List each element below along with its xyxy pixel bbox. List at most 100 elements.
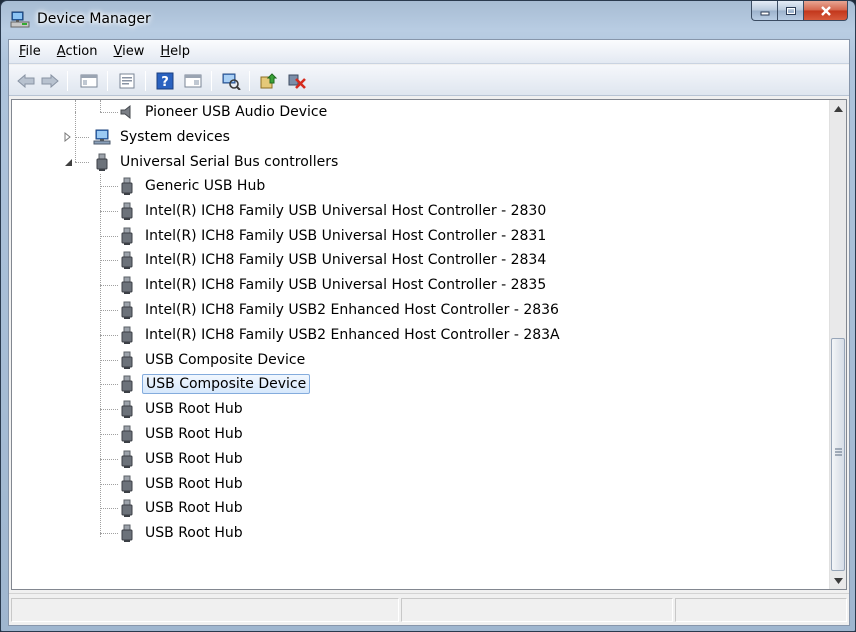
tree-node-usb-device[interactable]: Intel(R) ICH8 Family USB2 Enhanced Host … <box>118 298 562 322</box>
usb-connector-icon <box>118 475 136 493</box>
tree-node-usb-device[interactable]: Intel(R) ICH8 Family USB2 Enhanced Host … <box>118 323 563 347</box>
scan-hardware-button[interactable] <box>219 70 243 92</box>
tree-node-label: Intel(R) ICH8 Family USB Universal Host … <box>145 202 547 219</box>
device-tree[interactable]: Pioneer USB Audio Device System devices <box>11 99 847 590</box>
tree-line <box>100 285 118 287</box>
usb-connector-icon <box>118 301 136 319</box>
expand-expanded-icon[interactable] <box>63 157 73 167</box>
properties-button[interactable] <box>115 70 139 92</box>
usb-connector-icon <box>118 499 136 518</box>
caption-buttons <box>751 1 848 21</box>
tree-node-usb-device[interactable]: Intel(R) ICH8 Family USB Universal Host … <box>118 224 549 248</box>
uninstall-button[interactable] <box>285 70 309 92</box>
tree-line <box>100 384 118 386</box>
usb-connector-icon <box>93 153 111 171</box>
show-hide-console-tree-icon <box>80 74 98 88</box>
svg-text:?: ? <box>161 75 169 90</box>
scroll-thumb[interactable] <box>831 338 845 571</box>
tree-node-usb-device[interactable]: USB Root Hub <box>118 397 246 421</box>
tree-node-label: USB Composite Device <box>142 374 311 395</box>
scroll-down-button[interactable] <box>830 572 846 589</box>
help-button[interactable]: ? <box>153 70 177 92</box>
menu-action[interactable]: Action <box>49 44 106 59</box>
system-devices-icon <box>93 128 111 146</box>
device-manager-window: Device Manager File Action View Help ? P… <box>0 0 856 632</box>
tree-node-usb-device[interactable]: Intel(R) ICH8 Family USB Universal Host … <box>118 248 549 272</box>
tree-line <box>100 112 118 113</box>
menu-help[interactable]: Help <box>152 44 198 59</box>
tree-node-usb-device[interactable]: USB Root Hub <box>118 472 246 496</box>
tree-node-label: USB Root Hub <box>145 450 243 467</box>
tree-line <box>100 409 118 411</box>
forward-button[interactable] <box>39 70 61 92</box>
tree-node-usb-device[interactable]: USB Root Hub <box>118 496 246 520</box>
tree-node-usb-device[interactable]: Intel(R) ICH8 Family USB Universal Host … <box>118 199 549 223</box>
status-bar <box>9 593 849 625</box>
menu-view[interactable]: View <box>106 44 153 59</box>
tree-node-label: USB Root Hub <box>145 525 243 542</box>
status-pane-secondary <box>401 598 673 622</box>
show-hide-console-tree-button[interactable] <box>77 70 101 92</box>
tree-line <box>100 508 118 510</box>
client-area: File Action View Help ? Pioneer USB Audi… <box>8 39 850 626</box>
usb-connector-icon <box>118 177 136 195</box>
tree-node-audio-device[interactable]: Pioneer USB Audio Device <box>118 100 330 124</box>
device-manager-icon <box>10 11 30 29</box>
tree-node-label: Intel(R) ICH8 Family USB Universal Host … <box>145 277 547 294</box>
tree-node-usb-device[interactable]: Intel(R) ICH8 Family USB Universal Host … <box>118 273 549 297</box>
tree-node-label: USB Root Hub <box>145 401 243 418</box>
tree-line <box>100 210 118 212</box>
tree-line <box>100 100 101 112</box>
close-icon <box>820 5 831 16</box>
tree-line <box>75 162 89 163</box>
vertical-scrollbar[interactable] <box>829 100 846 589</box>
usb-connector-icon <box>118 276 136 295</box>
tree-node-label: USB Root Hub <box>145 475 243 492</box>
tree-line <box>100 174 101 537</box>
usb-connector-icon <box>118 375 136 394</box>
menu-bar: File Action View Help <box>9 40 849 64</box>
update-driver-button[interactable] <box>257 70 281 92</box>
tree-node-usb-device[interactable]: USB Root Hub <box>118 447 246 471</box>
scroll-up-icon <box>834 105 843 112</box>
usb-connector-icon <box>118 351 136 369</box>
close-button[interactable] <box>804 1 848 21</box>
usb-connector-icon <box>118 202 136 220</box>
tree-node-label: Universal Serial Bus controllers <box>120 154 339 170</box>
usb-connector-icon <box>118 227 136 245</box>
maximize-icon <box>785 6 796 15</box>
window-title: Device Manager <box>37 11 151 27</box>
tree-line <box>100 483 118 485</box>
title-bar[interactable]: Device Manager <box>1 1 855 39</box>
status-pane-tertiary <box>675 598 847 622</box>
tree-node-label: Intel(R) ICH8 Family USB Universal Host … <box>145 227 547 244</box>
toolbar-separator <box>107 71 108 91</box>
toolbar: ? <box>9 65 849 96</box>
minimize-button[interactable] <box>751 1 778 21</box>
view-button[interactable] <box>181 70 205 92</box>
tree-node-label: Pioneer USB Audio Device <box>145 104 328 120</box>
tree-node-label: USB Root Hub <box>145 500 243 517</box>
usb-connector-icon <box>118 524 136 543</box>
tree-node-label: Intel(R) ICH8 Family USB2 Enhanced Host … <box>145 302 559 318</box>
tree-line <box>100 334 118 336</box>
update-driver-icon <box>260 73 278 89</box>
tree-line <box>100 434 118 435</box>
maximize-button[interactable] <box>778 1 804 21</box>
back-button[interactable] <box>15 70 37 92</box>
tree-node-usb-device[interactable]: Generic USB Hub <box>118 174 268 198</box>
scroll-up-button[interactable] <box>830 100 846 117</box>
tree-node-label: Intel(R) ICH8 Family USB2 Enhanced Host … <box>145 326 560 343</box>
expand-collapsed-icon[interactable] <box>63 132 73 142</box>
tree-node-usb-device[interactable]: USB Composite Device <box>118 348 308 372</box>
tree-node-system-devices[interactable]: System devices <box>93 125 233 149</box>
tree-line <box>100 186 118 187</box>
tree-node-usb-device[interactable]: USB Root Hub <box>118 521 246 545</box>
tree-node-usb-device[interactable]: USB Root Hub <box>118 422 246 446</box>
tree-node-usb-controllers[interactable]: Universal Serial Bus controllers <box>93 150 341 174</box>
tree-node-usb-device[interactable]: USB Composite Device <box>118 372 311 396</box>
toolbar-separator <box>67 71 68 91</box>
minimize-icon <box>760 11 769 15</box>
view-icon <box>184 74 202 88</box>
menu-file[interactable]: File <box>11 44 49 59</box>
